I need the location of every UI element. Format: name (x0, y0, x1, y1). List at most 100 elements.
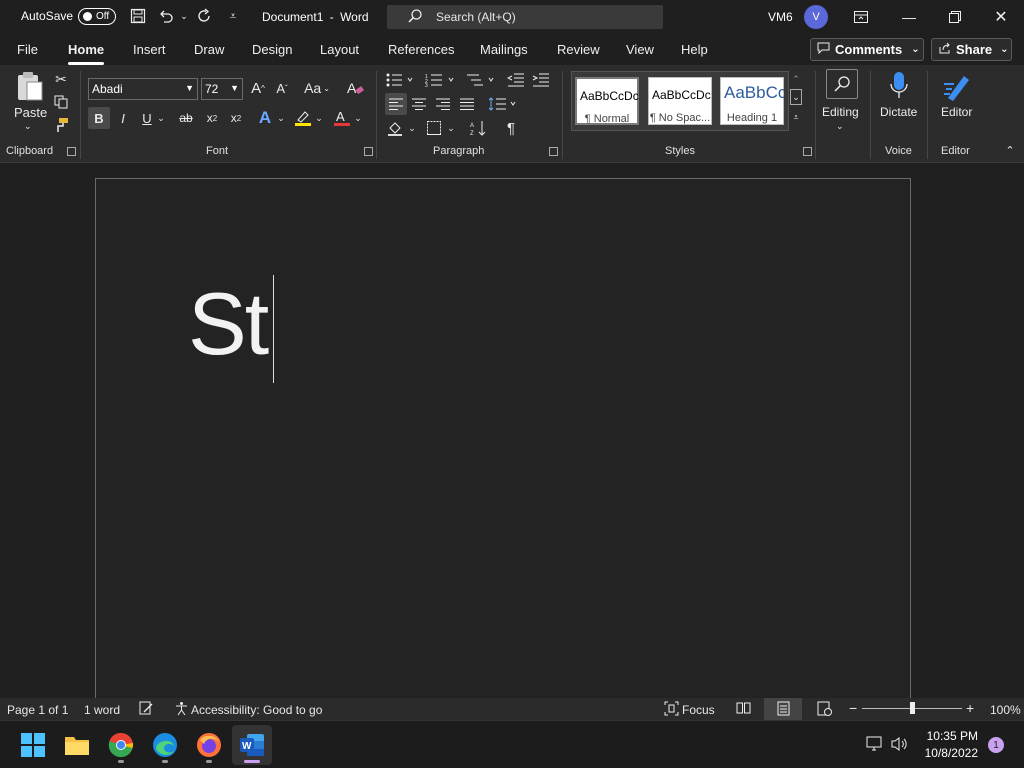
clear-formatting-icon[interactable]: A (346, 79, 366, 97)
show-formatting-icon[interactable]: ¶ (501, 117, 521, 139)
format-painter-icon[interactable] (53, 117, 69, 133)
zoom-level[interactable]: 100% (990, 703, 1021, 717)
clock[interactable]: 10:35 PM 10/8/2022 (922, 729, 978, 760)
tab-design[interactable]: Design (252, 42, 292, 57)
font-launcher-icon[interactable] (364, 147, 373, 156)
bullets-icon[interactable] (385, 70, 415, 90)
editing-label[interactable]: Editing (822, 105, 859, 119)
network-icon[interactable] (866, 736, 884, 757)
tab-review[interactable]: Review (557, 42, 600, 57)
multilevel-list-icon[interactable] (464, 70, 496, 90)
text-effects-icon[interactable]: A (255, 107, 275, 129)
accessibility-icon[interactable] (174, 701, 189, 719)
focus-label[interactable]: Focus (682, 703, 715, 717)
web-layout-icon[interactable] (817, 701, 832, 719)
styles-more-icon[interactable]: ⩡ (790, 109, 802, 125)
shrink-font-icon[interactable]: Aˇ (273, 79, 291, 97)
restore-icon[interactable] (944, 6, 966, 28)
font-size-input[interactable]: 72 ▼ (201, 78, 243, 100)
autosave-toggle[interactable]: Off (78, 8, 116, 25)
font-name-input[interactable]: Abadi ▼ (88, 78, 198, 100)
borders-icon[interactable] (424, 117, 444, 139)
styles-launcher-icon[interactable] (803, 147, 812, 156)
underline-button[interactable]: U (138, 107, 156, 129)
grow-font-icon[interactable]: A ^ (249, 79, 267, 97)
file-explorer-icon[interactable] (64, 732, 90, 758)
font-color-icon[interactable]: A (332, 107, 352, 129)
tab-layout[interactable]: Layout (320, 42, 359, 57)
align-right-button[interactable] (433, 93, 453, 115)
user-name[interactable]: VM6 (768, 10, 793, 24)
tab-mailings[interactable]: Mailings (480, 42, 528, 57)
style-no-spacing[interactable]: AaBbCcDc ¶ No Spac... (648, 77, 712, 125)
align-center-button[interactable] (409, 93, 429, 115)
minimize-icon[interactable]: — (898, 6, 920, 28)
edge-icon[interactable] (152, 732, 178, 758)
read-mode-icon[interactable] (736, 701, 751, 718)
tab-help[interactable]: Help (681, 42, 708, 57)
underline-dropdown-icon[interactable]: ⌄ (156, 107, 166, 129)
highlight-dropdown-icon[interactable]: ⌄ (314, 107, 324, 129)
comments-button[interactable]: Comments ⌄ (810, 38, 924, 61)
font-color-dropdown-icon[interactable]: ⌄ (353, 107, 363, 129)
editor-label[interactable]: Editor (941, 105, 972, 119)
paragraph-launcher-icon[interactable] (549, 147, 558, 156)
collapse-ribbon-icon[interactable]: ⌃ (1002, 143, 1018, 157)
accessibility-status[interactable]: Accessibility: Good to go (191, 703, 322, 717)
notification-badge[interactable]: 1 (988, 737, 1004, 753)
italic-button[interactable]: I (114, 107, 132, 129)
tab-home[interactable]: Home (68, 42, 105, 65)
firefox-icon[interactable] (196, 732, 222, 758)
superscript-button[interactable]: x2 (227, 107, 245, 129)
ribbon-display-icon[interactable] (850, 6, 872, 28)
tab-file[interactable]: File (17, 42, 38, 57)
save-icon[interactable] (128, 6, 148, 26)
tab-insert[interactable]: Insert (133, 42, 166, 57)
tab-draw[interactable]: Draw (194, 42, 224, 57)
paste-dropdown-icon[interactable]: ⌄ (24, 121, 32, 132)
chrome-icon[interactable] (108, 732, 134, 758)
editing-dropdown-icon[interactable]: ⌄ (836, 121, 844, 132)
numbering-icon[interactable]: 123 (424, 70, 456, 90)
zoom-slider-thumb[interactable] (910, 702, 915, 714)
style-heading-1[interactable]: AaBbCc Heading 1 (720, 77, 784, 125)
proofing-icon[interactable] (139, 701, 154, 719)
volume-icon[interactable] (891, 736, 909, 757)
strikethrough-button[interactable]: ab (175, 107, 197, 129)
close-icon[interactable]: ✕ (990, 6, 1012, 28)
highlight-color-icon[interactable] (293, 107, 313, 129)
copy-icon[interactable] (53, 94, 69, 110)
page-count[interactable]: Page 1 of 1 (7, 703, 68, 717)
microphone-icon[interactable] (886, 69, 912, 103)
line-spacing-icon[interactable] (487, 93, 519, 115)
align-left-button[interactable] (385, 93, 407, 115)
cut-icon[interactable]: ✂ (53, 71, 69, 87)
word-icon[interactable]: W (239, 732, 265, 758)
style-normal[interactable]: AaBbCcDc ¶ Normal (575, 77, 639, 125)
zoom-out-icon[interactable]: − (849, 700, 857, 716)
sort-icon[interactable]: AZ (469, 117, 489, 139)
search-box[interactable]: Search (Alt+Q) (387, 5, 663, 29)
avatar[interactable]: V (804, 5, 828, 29)
editor-icon[interactable] (940, 69, 974, 103)
borders-dropdown-icon[interactable]: ⌄ (446, 117, 456, 139)
dictate-label[interactable]: Dictate (880, 105, 917, 119)
decrease-indent-icon[interactable] (506, 70, 526, 90)
justify-button[interactable] (457, 93, 477, 115)
document-text[interactable]: St (188, 273, 269, 375)
tab-view[interactable]: View (626, 42, 654, 57)
undo-icon[interactable] (156, 6, 176, 26)
undo-dropdown-icon[interactable]: ⌄ (174, 6, 194, 26)
tab-references[interactable]: References (388, 42, 454, 57)
document-area[interactable]: St (0, 164, 1024, 718)
bold-button[interactable]: B (88, 107, 110, 129)
share-button[interactable]: Share ⌄ (931, 38, 1012, 61)
styles-scroll-up-icon[interactable]: ⌃ (790, 71, 802, 87)
redo-icon[interactable] (195, 6, 215, 26)
clipboard-launcher-icon[interactable] (67, 147, 76, 156)
subscript-button[interactable]: x2 (203, 107, 221, 129)
shading-icon[interactable] (386, 117, 406, 139)
increase-indent-icon[interactable] (531, 70, 551, 90)
focus-icon[interactable] (664, 701, 679, 719)
change-case-icon[interactable]: Aa ⌄ (302, 79, 332, 97)
